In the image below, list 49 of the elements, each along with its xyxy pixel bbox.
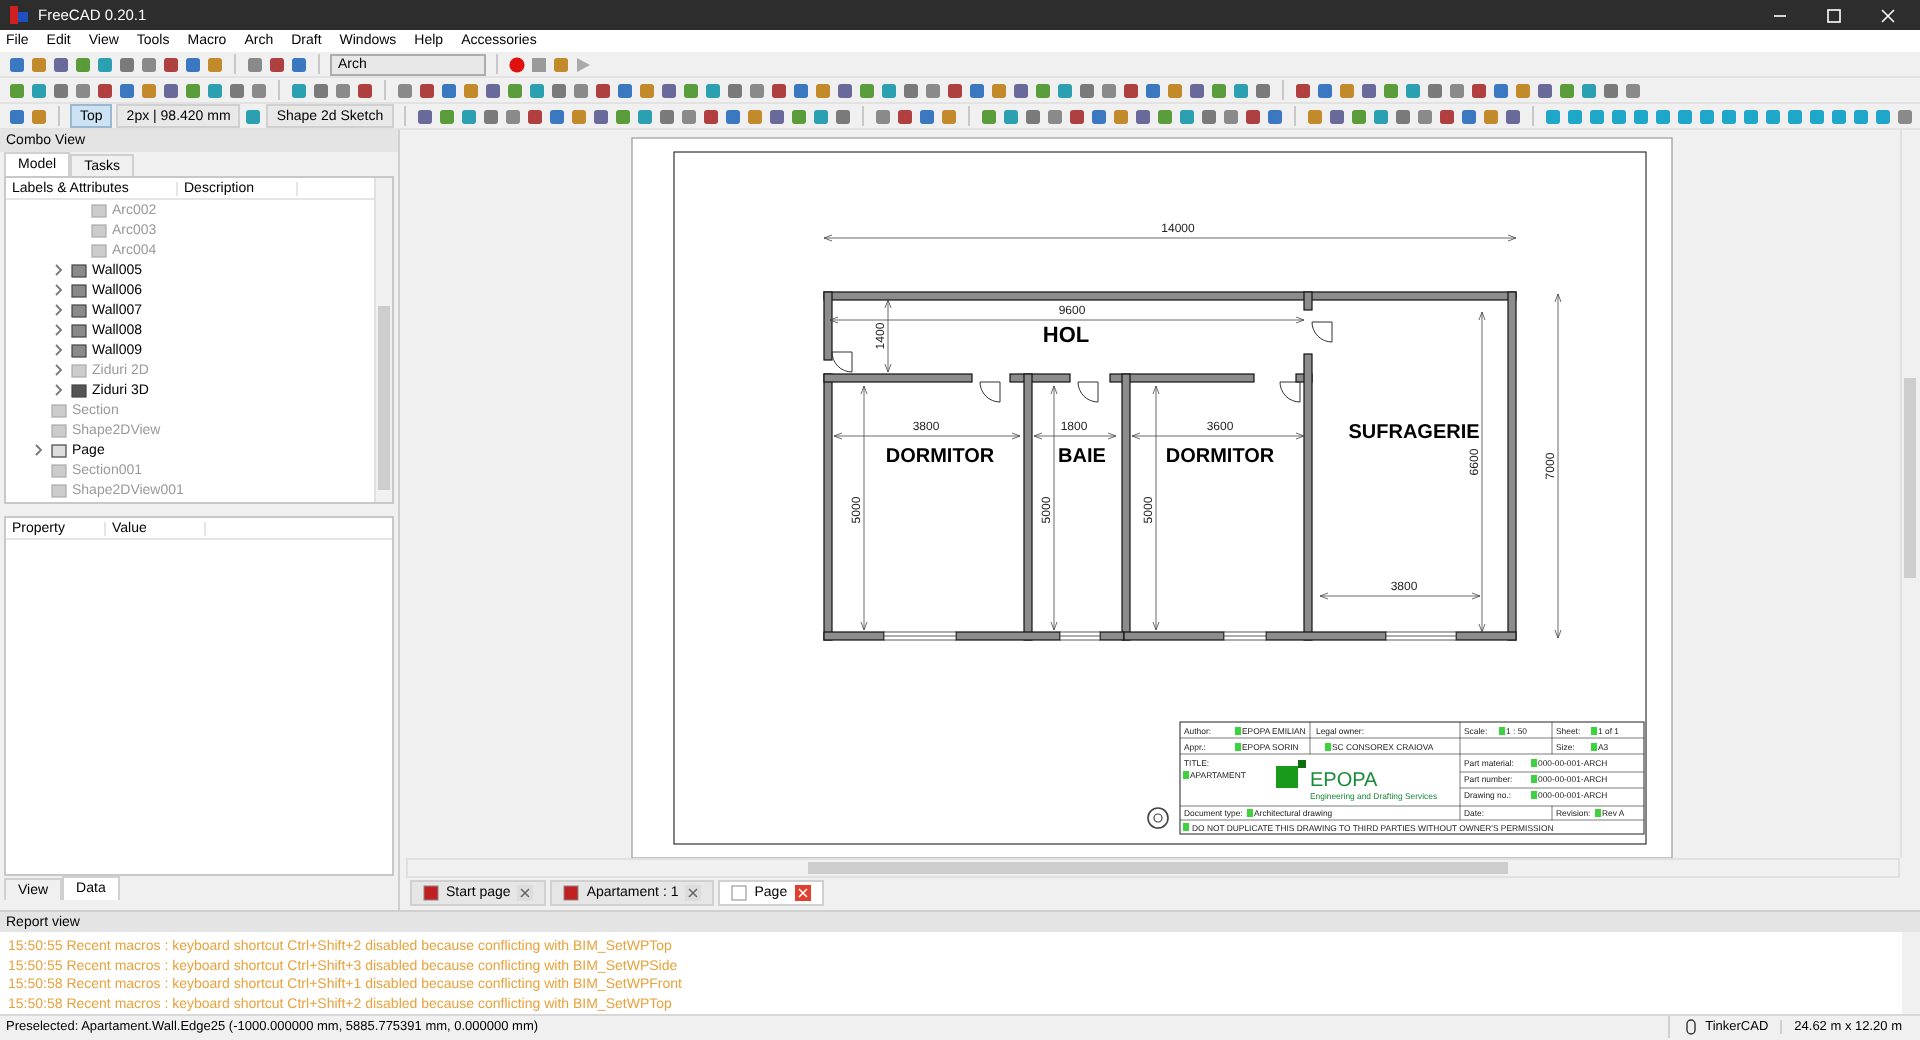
document-icon bbox=[562, 884, 581, 902]
field-marker bbox=[1499, 727, 1505, 735]
field-marker bbox=[1183, 771, 1189, 779]
field-marker bbox=[1183, 823, 1189, 831]
room-label: DORMITOR bbox=[885, 446, 995, 468]
field-marker bbox=[1531, 791, 1537, 799]
field-marker bbox=[1595, 809, 1601, 817]
close-icon bbox=[1880, 7, 1896, 23]
mouse-icon bbox=[1681, 1018, 1700, 1036]
window-drawing bbox=[1059, 631, 1101, 641]
door-drawing bbox=[979, 381, 1001, 403]
view-icon bbox=[50, 421, 68, 439]
page-icon bbox=[50, 441, 68, 459]
document-icon bbox=[422, 884, 440, 902]
close-icon[interactable] bbox=[793, 884, 812, 902]
document-icon bbox=[730, 884, 749, 902]
field-marker bbox=[1325, 743, 1331, 751]
field-marker bbox=[1235, 727, 1241, 735]
room-label: BAIE bbox=[1058, 446, 1106, 468]
field-marker bbox=[1591, 743, 1597, 751]
company-name: EPOPA bbox=[1310, 770, 1378, 792]
maximize-icon bbox=[1826, 7, 1842, 23]
section-icon bbox=[50, 401, 68, 419]
view-icon bbox=[50, 481, 68, 499]
field-marker bbox=[1235, 743, 1241, 751]
window-drawing bbox=[1385, 631, 1457, 641]
room-label: SUFRAGERIE bbox=[1348, 422, 1480, 444]
door-drawing bbox=[831, 351, 853, 373]
app-logo-icon bbox=[10, 6, 28, 24]
room-label: HOL bbox=[1042, 324, 1090, 348]
door-drawing bbox=[1311, 321, 1333, 343]
stop-icon[interactable] bbox=[530, 55, 548, 73]
gear-icon bbox=[1147, 807, 1169, 829]
field-marker bbox=[1247, 809, 1253, 817]
window-drawing bbox=[1223, 631, 1267, 641]
field-marker bbox=[1591, 727, 1597, 735]
record-icon[interactable] bbox=[508, 55, 526, 73]
close-icon[interactable] bbox=[684, 884, 703, 902]
section-icon bbox=[50, 461, 68, 479]
field-marker bbox=[1531, 759, 1537, 767]
close-icon[interactable] bbox=[516, 884, 535, 902]
horizontal-scrollbar[interactable] bbox=[406, 858, 1900, 878]
door-drawing bbox=[1279, 381, 1301, 403]
door-drawing bbox=[1077, 381, 1099, 403]
vertical-scrollbar[interactable] bbox=[374, 178, 392, 502]
room-label: DORMITOR bbox=[1165, 446, 1275, 468]
field-marker bbox=[1531, 775, 1537, 783]
window-drawing bbox=[883, 631, 957, 641]
logo-icon bbox=[1276, 760, 1306, 788]
